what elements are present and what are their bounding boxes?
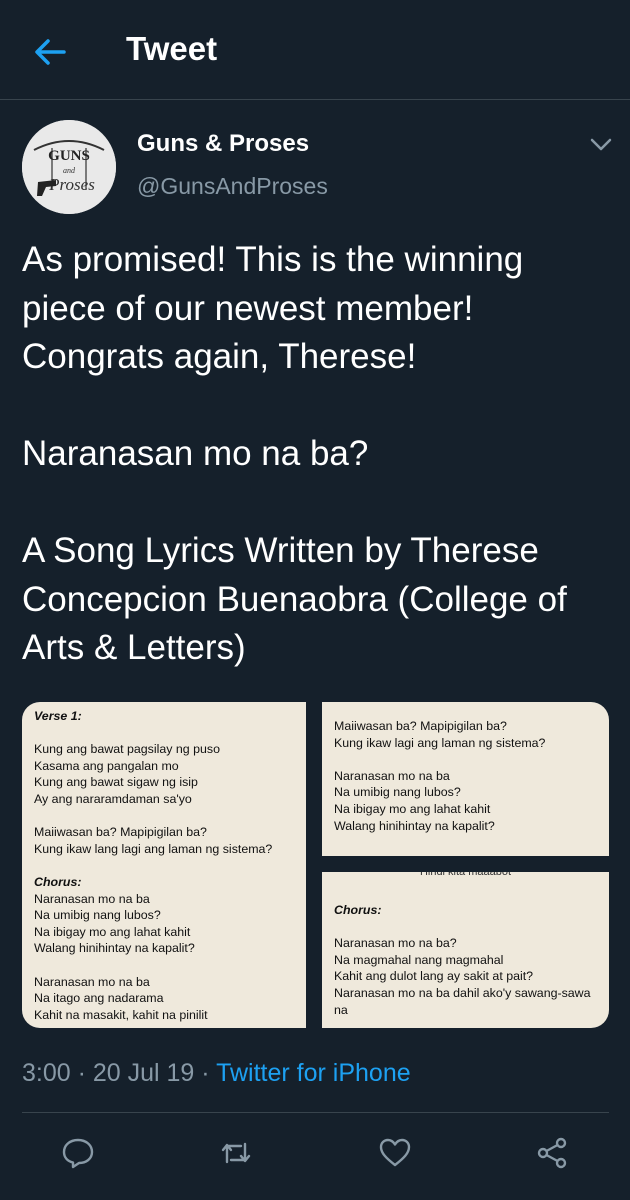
share-icon[interactable] [535, 1136, 569, 1170]
page-title: Tweet [126, 30, 218, 67]
svg-text:and: and [63, 166, 76, 175]
tweet-media-grid: Verse 1: Kung ang bawat pagsilay ng puso… [22, 702, 609, 1028]
verse-text: Kung ang bawat pagsilay ng puso Kasama a… [34, 742, 220, 806]
divider [22, 1112, 609, 1113]
avatar[interactable]: GUNS and Proses [22, 120, 116, 214]
tweet-source-link[interactable]: Twitter for iPhone [216, 1059, 411, 1087]
svg-text:GUNS: GUNS [48, 148, 90, 164]
lyrics-image-2[interactable]: Maiiwasan ba? Mapipigilan ba? Kung ikaw … [322, 702, 609, 856]
avatar-logo-image: GUNS and Proses [22, 120, 116, 214]
chorus-label: Chorus: [34, 874, 82, 889]
chorus-text: Naranasan mo na ba Na umibig nang lubos?… [334, 768, 495, 833]
reply-icon[interactable] [61, 1136, 95, 1170]
chorus-text: Naranasan mo na ba Na umibig nang lubos?… [34, 891, 195, 956]
user-handle[interactable]: @GunsAndProses [137, 173, 328, 200]
top-bar: Tweet [0, 0, 630, 100]
retweet-icon[interactable] [219, 1136, 253, 1170]
chorus-text-2: Naranasan mo na ba Na itago ang nadarama… [34, 974, 208, 1022]
heart-icon[interactable] [378, 1136, 412, 1170]
display-name[interactable]: Guns & Proses [137, 130, 309, 158]
tweet-timestamp: 3:00 · 20 Jul 19 · [22, 1059, 217, 1087]
verse-label: Verse 1: [34, 709, 82, 723]
prechorus-text: Maiiwasan ba? Mapipigilan ba? Kung ikaw … [334, 719, 546, 750]
cut-off-text: Hindi kita maaabot [419, 872, 512, 878]
chorus-label: Chorus: [334, 903, 382, 917]
lyrics-image-3[interactable]: Hindi kita maaabot Chorus: Naranasan mo … [322, 872, 609, 1028]
lyrics-image-1[interactable]: Verse 1: Kung ang bawat pagsilay ng puso… [22, 702, 306, 1028]
chorus-text: Naranasan mo na ba? Na magmahal nang mag… [334, 936, 591, 1017]
tweet-meta: 3:00 · 20 Jul 19 · Twitter for iPhone [22, 1059, 411, 1088]
prechorus-text: Maiiwasan ba? Mapipigilan ba? Kung ikaw … [34, 825, 273, 856]
chevron-down-icon[interactable] [588, 134, 614, 154]
tweet-text: As promised! This is the winning piece o… [22, 240, 567, 667]
arrow-left-icon[interactable] [30, 32, 70, 72]
